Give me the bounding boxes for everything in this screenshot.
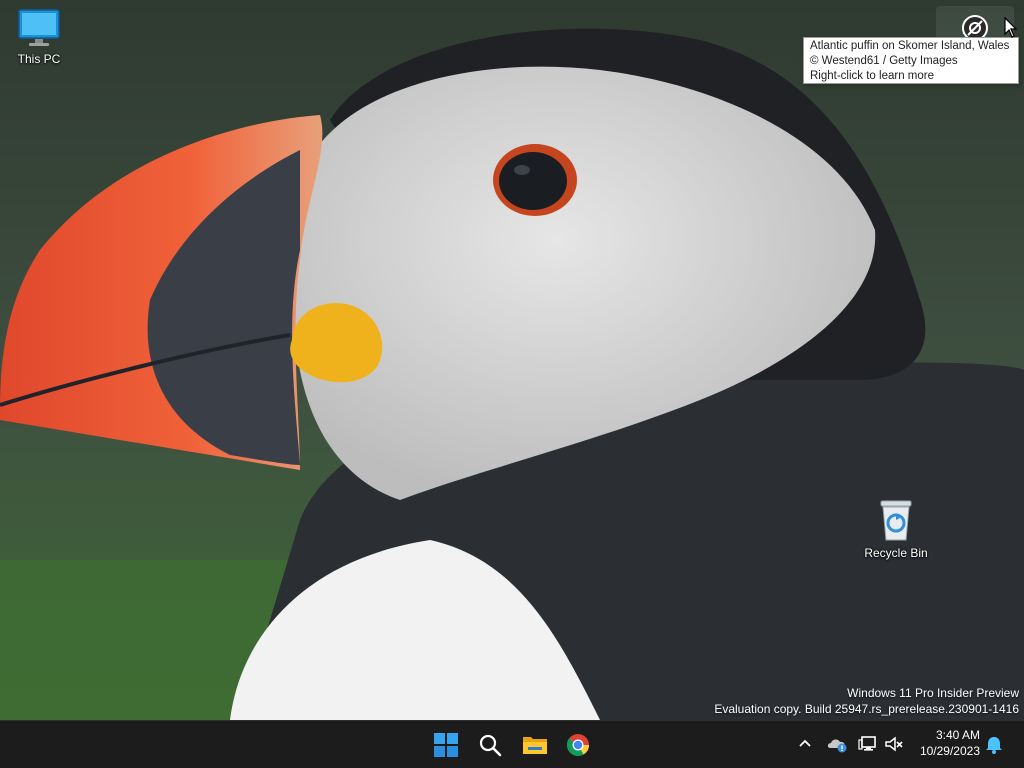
wallpaper-info-tooltip: Atlantic puffin on Skomer Island, Wales … bbox=[803, 37, 1019, 84]
network-icon bbox=[858, 736, 876, 751]
taskbar: 3:40 AM 10/29/2023 bbox=[0, 720, 1024, 768]
onedrive-tray-button[interactable] bbox=[826, 721, 850, 768]
chrome-button[interactable] bbox=[558, 725, 598, 765]
windows-start-icon bbox=[434, 733, 458, 757]
desktop-icon-recycle-bin[interactable]: Recycle Bin bbox=[861, 498, 931, 560]
volume-tray-button[interactable] bbox=[884, 721, 906, 768]
show-hidden-icons-button[interactable] bbox=[796, 721, 816, 768]
file-explorer-button[interactable] bbox=[514, 725, 554, 765]
chevron-up-icon bbox=[799, 739, 811, 747]
tooltip-credit: © Westend61 / Getty Images bbox=[810, 55, 958, 67]
evaluation-watermark: Windows 11 Pro Insider Preview Evaluatio… bbox=[714, 685, 1019, 717]
clock-time: 3:40 AM bbox=[935, 728, 980, 742]
notification-bell-icon bbox=[986, 737, 1002, 754]
mouse-cursor-icon bbox=[1004, 17, 1018, 38]
desktop-icon-label: This PC bbox=[17, 52, 61, 66]
taskbar-clock[interactable]: 3:40 AM 10/29/2023 bbox=[914, 727, 980, 759]
desktop-wallpaper bbox=[0, 0, 1024, 720]
desktop-icon-label: Recycle Bin bbox=[864, 546, 928, 560]
volume-muted-icon bbox=[885, 736, 903, 752]
network-tray-button[interactable] bbox=[858, 721, 880, 768]
search-button[interactable] bbox=[470, 725, 510, 765]
watermark-build: Evaluation copy. Build 25947.rs_prerelea… bbox=[714, 702, 1019, 716]
recycle-bin-icon bbox=[880, 500, 912, 541]
tooltip-title: Atlantic puffin on Skomer Island, Wales bbox=[810, 40, 1010, 52]
onedrive-icon bbox=[827, 739, 847, 753]
search-icon bbox=[479, 734, 502, 757]
desktop-icon-this-pc[interactable]: This PC bbox=[4, 8, 74, 66]
file-explorer-icon bbox=[523, 737, 547, 754]
notifications-button[interactable] bbox=[984, 721, 1008, 768]
start-button[interactable] bbox=[426, 725, 466, 765]
monitor-icon bbox=[18, 9, 60, 46]
chrome-icon bbox=[566, 734, 589, 756]
tooltip-hint: Right-click to learn more bbox=[810, 70, 934, 82]
watermark-edition: Windows 11 Pro Insider Preview bbox=[847, 686, 1019, 700]
clock-date: 10/29/2023 bbox=[919, 744, 980, 758]
